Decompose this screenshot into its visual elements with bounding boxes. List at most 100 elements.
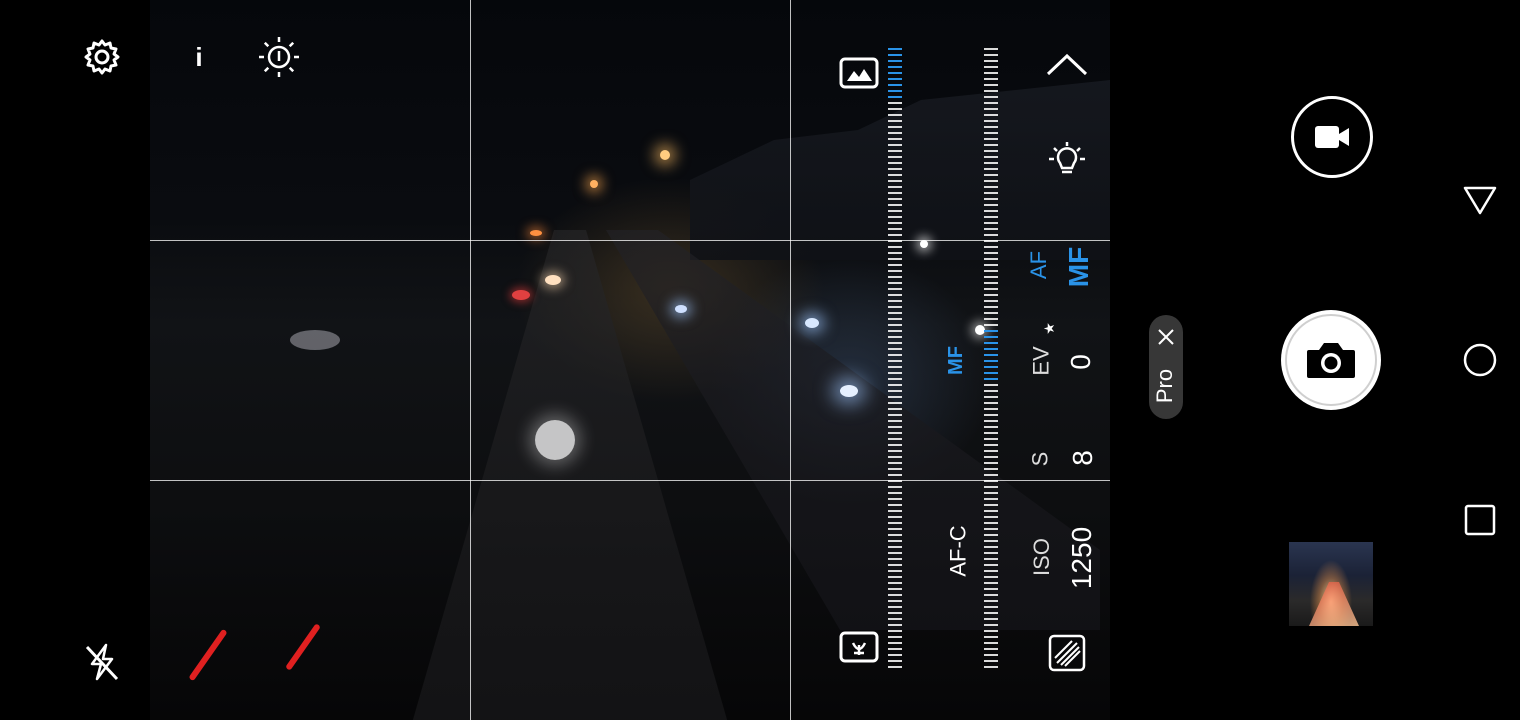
ruler-tick — [984, 462, 998, 464]
nav-back-button[interactable] — [1460, 182, 1500, 218]
close-icon[interactable] — [1157, 328, 1175, 346]
white-balance-button[interactable] — [1044, 138, 1090, 184]
brightness-button[interactable] — [256, 34, 302, 80]
back-triangle-icon — [1463, 186, 1497, 215]
ruler-tick — [888, 348, 902, 350]
ruler-tick — [984, 516, 998, 518]
ruler-tick — [984, 456, 998, 458]
ruler-tick — [984, 432, 998, 434]
ruler-tick — [888, 240, 902, 242]
ruler-tick — [984, 372, 998, 374]
ruler-tick — [984, 474, 998, 476]
ruler-tick — [888, 84, 902, 86]
ruler-tick — [984, 564, 998, 566]
ruler-tick — [984, 348, 998, 350]
ruler-tick — [888, 414, 902, 416]
ruler-tick — [984, 510, 998, 512]
ruler-tick — [984, 66, 998, 68]
exposure-scale-slider[interactable] — [984, 48, 998, 672]
ruler-tick — [984, 654, 998, 656]
nav-recents-button[interactable] — [1462, 502, 1498, 538]
ruler-tick — [888, 318, 902, 320]
ruler-tick — [888, 660, 902, 662]
settings-button[interactable] — [80, 35, 124, 79]
ruler-tick — [984, 108, 998, 110]
ruler-tick — [984, 630, 998, 632]
shutter-button[interactable] — [1281, 310, 1381, 410]
scene-mode-landscape-button[interactable] — [838, 56, 880, 90]
ruler-tick — [984, 312, 998, 314]
grid-line-vertical-1 — [470, 0, 471, 720]
ruler-tick — [888, 126, 902, 128]
scene-mode-macro-button[interactable] — [838, 630, 880, 664]
ruler-tick — [888, 114, 902, 116]
ruler-tick — [984, 78, 998, 80]
ruler-tick — [888, 618, 902, 620]
collapse-panel-button[interactable] — [1044, 48, 1090, 82]
focus-distance-slider[interactable] — [888, 48, 902, 672]
ruler-tick — [888, 438, 902, 440]
ruler-tick — [984, 288, 998, 290]
ruler-tick — [984, 54, 998, 56]
ruler-tick — [888, 576, 902, 578]
ruler-tick — [984, 576, 998, 578]
ruler-tick — [888, 216, 902, 218]
ruler-tick — [984, 648, 998, 650]
ruler-tick — [888, 516, 902, 518]
af-mode-option[interactable]: AF — [1025, 240, 1061, 290]
info-icon: i — [195, 41, 203, 72]
ruler-tick — [888, 372, 902, 374]
ruler-tick — [984, 204, 998, 206]
ruler-tick — [888, 480, 902, 482]
mf-mode-option[interactable]: MF — [1062, 235, 1102, 295]
ruler-tick — [984, 492, 998, 494]
grid-line-horizontal-1 — [150, 240, 1110, 241]
ruler-tick — [888, 366, 902, 368]
ruler-tick — [984, 612, 998, 614]
ruler-tick — [888, 462, 902, 464]
focus-mode-button[interactable] — [1046, 632, 1088, 674]
ruler-tick — [888, 558, 902, 560]
nav-home-button[interactable] — [1460, 340, 1500, 380]
flash-button[interactable] — [80, 640, 124, 684]
ruler-tick — [984, 384, 998, 386]
scene-light — [675, 305, 687, 313]
af-c-option[interactable]: AF-C — [935, 520, 985, 580]
ruler-tick — [888, 498, 902, 500]
ruler-tick — [984, 606, 998, 608]
ruler-tick — [888, 102, 902, 104]
ruler-tick — [984, 330, 998, 332]
ruler-tick — [984, 342, 998, 344]
info-button[interactable]: i — [185, 40, 213, 74]
shutter-speed-control[interactable]: S 8 — [1025, 440, 1105, 480]
ruler-tick — [984, 222, 998, 224]
ruler-tick — [888, 60, 902, 62]
ruler-tick — [984, 420, 998, 422]
iso-control[interactable]: ISO 1250 — [1025, 520, 1105, 600]
ruler-tick — [888, 156, 902, 158]
ruler-tick — [888, 132, 902, 134]
ruler-tick — [888, 390, 902, 392]
ruler-tick — [888, 108, 902, 110]
gallery-thumbnail[interactable] — [1289, 542, 1373, 626]
ruler-tick — [984, 594, 998, 596]
ruler-tick — [984, 114, 998, 116]
video-record-button[interactable] — [1291, 96, 1373, 178]
mf-label: MF — [1063, 246, 1095, 288]
pro-mode-label: Pro — [1152, 368, 1178, 404]
ruler-tick — [888, 396, 902, 398]
ruler-tick — [888, 66, 902, 68]
af-label: AF — [1026, 250, 1052, 280]
pro-mode-pill[interactable]: Pro — [1149, 315, 1183, 419]
shutter-speed-label: S — [1027, 451, 1053, 467]
ruler-tick — [888, 630, 902, 632]
ruler-tick — [888, 72, 902, 74]
ruler-tick — [984, 552, 998, 554]
ruler-tick — [888, 90, 902, 92]
ruler-tick — [888, 168, 902, 170]
bulb-icon — [1049, 142, 1085, 174]
scene-light — [545, 275, 561, 285]
ruler-tick — [984, 570, 998, 572]
ruler-tick — [888, 210, 902, 212]
ev-control[interactable]: ★ EV 0 — [1025, 320, 1105, 380]
